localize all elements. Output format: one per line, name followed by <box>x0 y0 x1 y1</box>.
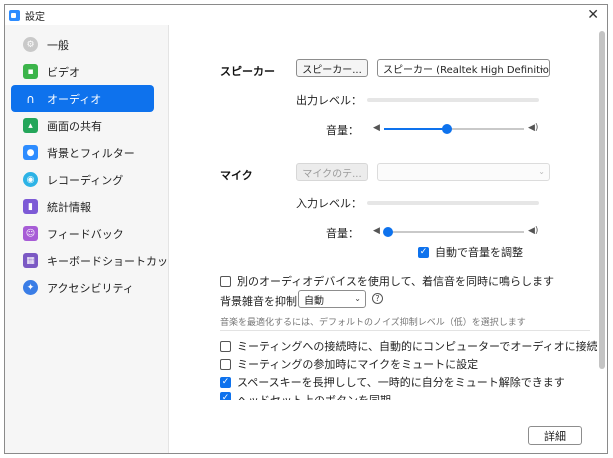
sidebar-item-recording[interactable]: ◉ レコーディング <box>11 166 154 193</box>
keyboard-icon: ▦ <box>23 253 38 268</box>
accessibility-icon: ✦ <box>23 280 38 295</box>
mute-mic-on-join-checkbox[interactable]: ミーティングの参加時にマイクをミュートに設定 <box>220 356 478 372</box>
sidebar-item-label: レコーディング <box>47 173 124 187</box>
mic-device-select[interactable]: ⌄ <box>377 163 550 181</box>
chevron-down-icon: ⌄ <box>538 63 545 72</box>
sidebar-item-accessibility[interactable]: ✦ アクセシビリティ <box>11 274 154 301</box>
speaker-volume-slider-handle[interactable] <box>442 124 452 134</box>
sync-headset-buttons-checkbox[interactable]: ✓ ヘッドセット上のボタンを同期 <box>220 392 391 400</box>
sidebar-item-audio[interactable]: ∩ オーディオ <box>11 85 154 112</box>
speaker-device-value: スピーカー (Realtek High Definitio... <box>383 64 550 76</box>
checkbox-unchecked[interactable] <box>220 275 231 287</box>
separate-ringtone-device-checkbox[interactable]: 別のオーディオデバイスを使用して、着信音を同時に鳴らします <box>220 273 554 289</box>
screen-share-icon: ▴ <box>23 118 38 133</box>
chevron-down-icon: ⌄ <box>354 294 361 303</box>
auto-adjust-volume-checkbox[interactable]: ✓ 自動で音量を調整 <box>418 244 523 260</box>
settings-sidebar: ⚙ 一般 ▪ ビデオ ∩ オーディオ ▴ 画面の共有 ● 背景とフィルター ◉ … <box>5 25 179 453</box>
checkbox-unchecked[interactable] <box>220 358 231 370</box>
checkbox-checked[interactable]: ✓ <box>220 392 231 400</box>
sidebar-item-label: 画面の共有 <box>47 119 102 133</box>
help-icon[interactable]: ? <box>372 293 383 304</box>
mic-volume-slider-handle[interactable] <box>383 227 393 237</box>
mic-volume-label: 音量： <box>326 227 359 240</box>
volume-low-icon: ◀ <box>373 123 380 133</box>
test-speaker-button[interactable]: スピーカー... <box>296 59 368 77</box>
space-key-unmute-label: スペースキーを長押しして、一時的に自分をミュート解除できます <box>237 376 565 389</box>
window-title: 設定 <box>25 11 45 23</box>
noise-suppression-select[interactable]: 自動 ⌄ <box>298 290 366 308</box>
volume-high-icon: ◀) <box>528 226 539 236</box>
sidebar-item-label: 統計情報 <box>47 200 91 214</box>
mic-volume-track[interactable] <box>384 231 524 233</box>
background-icon: ● <box>23 145 38 160</box>
sidebar-item-background[interactable]: ● 背景とフィルター <box>11 139 154 166</box>
sidebar-item-statistics[interactable]: ▮ 統計情報 <box>11 193 154 220</box>
advanced-button[interactable]: 詳細 <box>528 426 582 445</box>
output-level-label: 出力レベル： <box>296 94 362 107</box>
auto-join-audio-checkbox[interactable]: ミーティングへの接続時に、自動的にコンピューターでオーディオに接続 <box>220 338 598 354</box>
sidebar-item-keyboard[interactable]: ▦ キーボードショートカット <box>11 247 179 274</box>
chevron-down-icon: ⌄ <box>538 167 545 176</box>
input-level-label: 入力レベル： <box>296 197 362 210</box>
sync-headset-buttons-label: ヘッドセット上のボタンを同期 <box>237 392 391 400</box>
statistics-icon: ▮ <box>23 199 38 214</box>
checkbox-checked[interactable]: ✓ <box>418 246 429 258</box>
noise-suppression-label: 背景雑音を抑制 <box>220 295 297 308</box>
section-divider <box>220 330 590 331</box>
headphones-icon: ∩ <box>26 91 35 106</box>
audio-settings-panel: スピーカー スピーカー... スピーカー (Realtek High Defin… <box>170 25 599 453</box>
volume-high-icon: ◀) <box>528 123 539 133</box>
test-mic-button[interactable]: マイクのテ... <box>296 163 368 181</box>
sidebar-item-label: ビデオ <box>47 65 80 79</box>
mute-mic-on-join-label: ミーティングの参加時にマイクをミュートに設定 <box>237 358 479 371</box>
content-scrollbar[interactable] <box>597 25 607 453</box>
space-key-unmute-checkbox[interactable]: ✓ スペースキーを長押しして、一時的に自分をミュート解除できます <box>220 374 565 390</box>
sidebar-item-label: キーボードショートカット <box>47 254 179 268</box>
scrollbar-thumb[interactable] <box>599 31 605 369</box>
recording-icon: ◉ <box>23 172 38 187</box>
mic-label: マイク <box>220 169 253 182</box>
sidebar-item-general[interactable]: ⚙ 一般 <box>11 31 154 58</box>
title-bar: 設定 ✕ <box>5 5 607 25</box>
settings-window: 設定 ✕ ⚙ 一般 ▪ ビデオ ∩ オーディオ ▴ 画面の共有 ● 背景とフィル… <box>4 4 608 454</box>
output-level-meter <box>367 98 539 102</box>
sidebar-item-screen-share[interactable]: ▴ 画面の共有 <box>11 112 154 139</box>
video-icon: ▪ <box>23 64 38 79</box>
speaker-label: スピーカー <box>220 65 275 78</box>
close-icon[interactable]: ✕ <box>587 7 599 23</box>
sidebar-item-label: 背景とフィルター <box>47 146 135 160</box>
input-level-meter <box>367 201 539 205</box>
feedback-icon: ☺ <box>23 226 38 241</box>
sidebar-item-label: フィードバック <box>47 227 124 241</box>
noise-suppression-note: 音楽を最適化するには、デフォルトのノイズ抑制レベル（低）を選択します <box>220 318 526 328</box>
checkbox-unchecked[interactable] <box>220 340 231 352</box>
zoom-app-icon <box>9 9 20 21</box>
speaker-volume-fill <box>384 128 447 130</box>
speaker-device-select[interactable]: スピーカー (Realtek High Definitio... ⌄ <box>377 59 550 77</box>
sidebar-item-label: 一般 <box>47 38 69 52</box>
sidebar-item-video[interactable]: ▪ ビデオ <box>11 58 154 85</box>
auto-join-audio-label: ミーティングへの接続時に、自動的にコンピューターでオーディオに接続 <box>237 340 598 353</box>
sidebar-item-label: アクセシビリティ <box>47 281 134 295</box>
checkbox-checked[interactable]: ✓ <box>220 376 231 388</box>
volume-low-icon: ◀ <box>373 226 380 236</box>
sidebar-item-feedback[interactable]: ☺ フィードバック <box>11 220 154 247</box>
noise-suppression-value: 自動 <box>304 295 324 307</box>
separate-ringtone-device-label: 別のオーディオデバイスを使用して、着信音を同時に鳴らします <box>237 275 555 288</box>
sidebar-item-label: オーディオ <box>47 92 102 106</box>
general-icon: ⚙ <box>23 37 38 52</box>
speaker-volume-label: 音量： <box>326 124 359 137</box>
auto-adjust-volume-label: 自動で音量を調整 <box>435 246 523 259</box>
